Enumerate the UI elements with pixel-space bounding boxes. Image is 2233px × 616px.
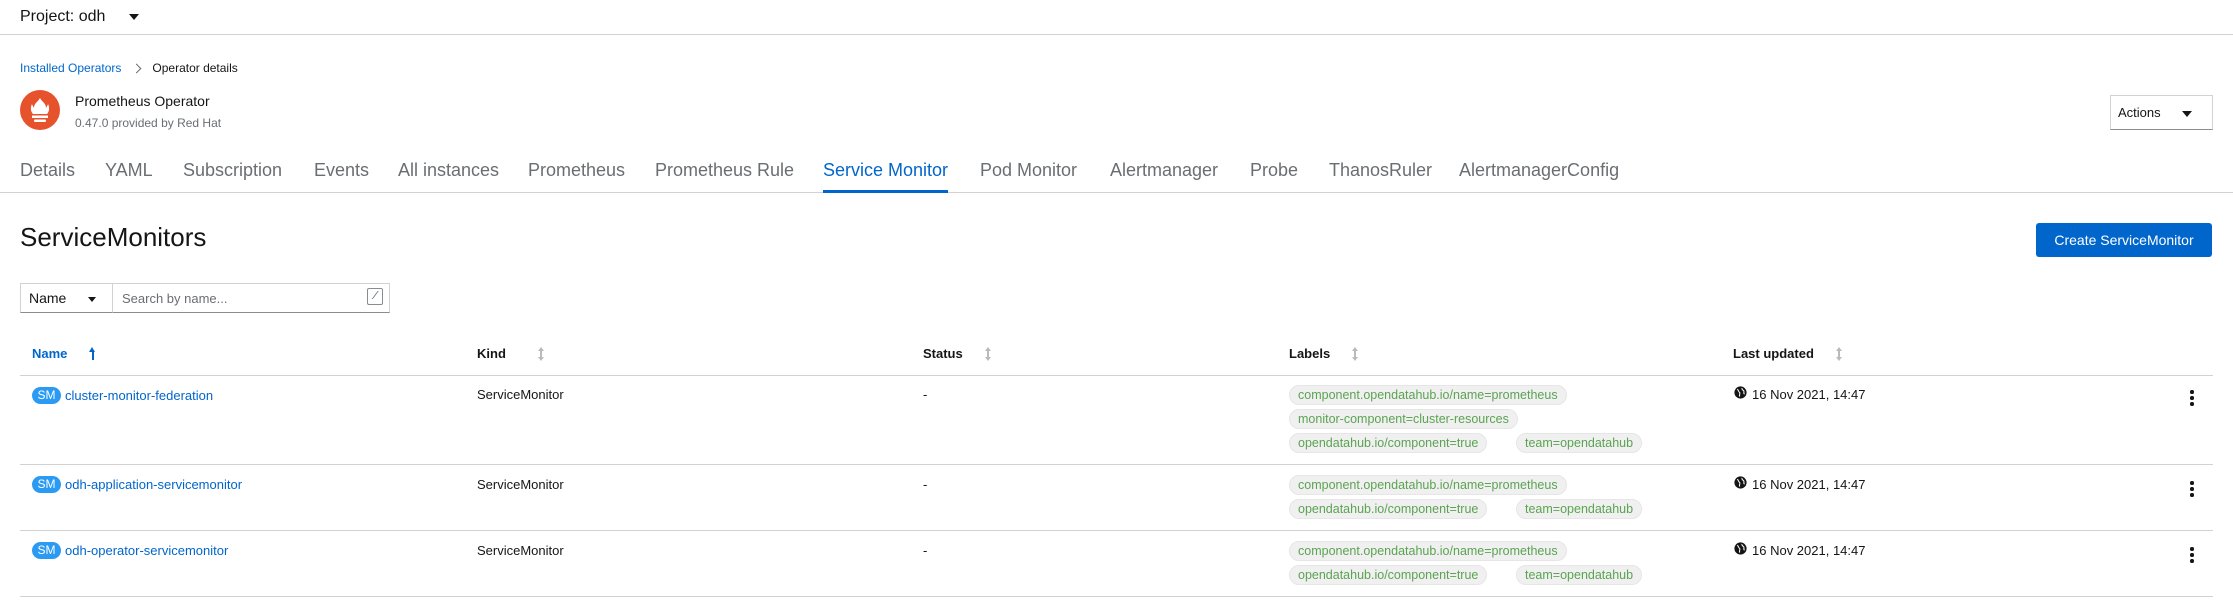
last-updated-cell: 16 Nov 2021, 14:47 [1752,543,1866,558]
column-header-labels-label: Labels [1289,346,1331,361]
column-header-status[interactable]: Status [923,346,991,361]
label-chip[interactable]: team=opendatahub [1516,499,1643,519]
column-header-labels[interactable]: Labels [1289,346,1359,361]
last-updated-cell: 16 Nov 2021, 14:47 [1752,387,1866,402]
last-updated-cell: 16 Nov 2021, 14:47 [1752,477,1866,492]
column-header-name[interactable]: Name [32,346,96,361]
column-header-last-updated[interactable]: Last updated [1733,346,1842,361]
column-header-name-label: Name [32,346,68,361]
page-title: ServiceMonitors [20,222,207,252]
table-row-name: SM cluster-monitor-federation [32,386,213,404]
servicemonitor-link[interactable]: cluster-monitor-federation [65,388,213,403]
operator-name: Prometheus Operator [75,93,210,109]
table-row-divider [20,530,2213,531]
row-actions-kebab-icon[interactable] [2186,479,2198,499]
label-chip[interactable]: opendatahub.io/component=true [1289,565,1488,585]
globe-icon [1734,542,1747,555]
tab-thanosruler[interactable]: ThanosRuler [1329,155,1432,193]
column-header-status-label: Status [923,346,963,361]
row-actions-kebab-icon[interactable] [2186,388,2198,408]
tab-yaml[interactable]: YAML [105,155,153,193]
tab-service-monitor[interactable]: Service Monitor [823,155,949,193]
tab-alertmanager[interactable]: Alertmanager [1110,155,1218,193]
table-row-divider [20,596,2213,597]
chevron-right-icon [131,63,142,73]
column-header-kind-label: Kind [477,346,506,361]
sort-ascending-icon [89,346,96,361]
label-chip[interactable]: team=opendatahub [1516,433,1643,453]
status-cell: - [923,543,928,558]
operator-tabs: Details YAML Subscription Events All ins… [0,155,2233,193]
caret-down-icon [129,14,140,20]
project-selector[interactable]: Project: odh [20,5,140,29]
servicemonitor-link[interactable]: odh-application-servicemonitor [65,477,242,492]
label-chip[interactable]: component.opendatahub.io/name=prometheus [1289,475,1567,495]
sort-icon [984,346,991,361]
resource-badge: SM [32,386,61,404]
create-servicemonitor-button[interactable]: Create ServiceMonitor [2036,223,2212,257]
label-chip[interactable]: team=opendatahub [1516,565,1643,585]
table-row-divider [20,464,2213,465]
table-header-divider [20,375,2213,376]
servicemonitor-link[interactable]: odh-operator-servicemonitor [65,543,228,558]
actions-label: Actions [2118,105,2161,120]
actions-dropdown[interactable]: Actions [2110,95,2213,130]
filter-type-dropdown[interactable]: Name [20,283,112,313]
kind-cell: ServiceMonitor [477,543,564,558]
kind-cell: ServiceMonitor [477,387,564,402]
globe-icon [1734,476,1747,489]
status-cell: - [923,387,928,402]
breadcrumb-current: Operator details [152,61,238,75]
tab-probe[interactable]: Probe [1250,155,1298,193]
tab-events[interactable]: Events [314,155,369,193]
operator-version: 0.47.0 provided by Red Hat [75,116,222,130]
tab-pod-monitor[interactable]: Pod Monitor [980,155,1077,193]
column-header-last-updated-label: Last updated [1733,346,1814,361]
resource-badge: SM [32,475,61,493]
tab-alertmanagerconfig[interactable]: AlertmanagerConfig [1459,155,1619,193]
label-chip[interactable]: component.opendatahub.io/name=prometheus [1289,541,1567,561]
sort-icon [1835,346,1842,361]
prometheus-logo-icon [20,90,60,130]
caret-down-icon [88,297,96,302]
kind-cell: ServiceMonitor [477,477,564,492]
label-chip[interactable]: opendatahub.io/component=true [1289,499,1488,519]
tab-subscription[interactable]: Subscription [183,155,282,193]
sort-icon [1352,346,1359,361]
table-row-name: SM odh-application-servicemonitor [32,475,242,493]
project-label: Project: odh [20,8,106,25]
caret-down-icon [2182,111,2192,117]
column-header-kind[interactable]: Kind [477,346,544,361]
label-chip[interactable]: monitor-component=cluster-resources [1289,409,1518,429]
row-actions-kebab-icon[interactable] [2186,545,2198,565]
label-chip[interactable]: opendatahub.io/component=true [1289,433,1488,453]
table-row-name: SM odh-operator-servicemonitor [32,541,228,559]
status-cell: - [923,477,928,492]
tab-all-instances[interactable]: All instances [398,155,499,193]
tab-prometheus[interactable]: Prometheus [528,155,625,193]
tab-prometheus-rule[interactable]: Prometheus Rule [655,155,794,193]
tab-details[interactable]: Details [20,155,75,193]
search-by-name-input[interactable] [112,283,390,313]
filter-type-label: Name [29,290,67,306]
keyboard-shortcut-hint: / [367,288,383,305]
breadcrumb: Installed Operators Operator details [20,60,238,76]
label-chip[interactable]: component.opendatahub.io/name=prometheus [1289,385,1567,405]
globe-icon [1734,386,1747,399]
resource-badge: SM [32,541,61,559]
breadcrumb-installed-operators-link[interactable]: Installed Operators [20,61,121,75]
sort-icon [537,346,544,361]
project-bar: Project: odh [0,0,2233,35]
